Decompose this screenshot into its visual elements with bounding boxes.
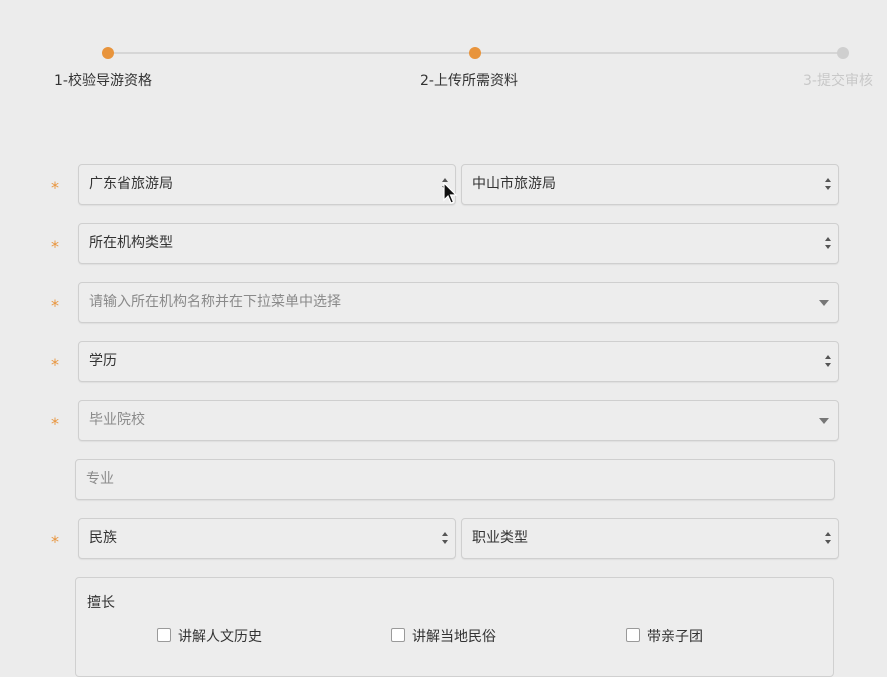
select-arrows-icon (441, 531, 449, 547)
specialty-option-history[interactable]: 讲解人文历史 (157, 628, 262, 646)
province-select-value: 广东省旅游局 (89, 176, 173, 192)
specialty-option-label: 讲解人文历史 (178, 629, 262, 645)
job-type-select[interactable]: 职业类型 (461, 518, 839, 559)
step-connector-2 (475, 52, 843, 54)
required-marker: * (51, 532, 59, 551)
step-2-dot (469, 47, 481, 59)
school-placeholder: 毕业院校 (89, 412, 145, 428)
education-select[interactable]: 学历 (78, 341, 839, 382)
city-select-value: 中山市旅游局 (472, 176, 556, 192)
select-arrows-icon (824, 354, 832, 370)
specialty-option-label: 讲解当地民俗 (412, 629, 496, 645)
step-3-dot (837, 47, 849, 59)
org-name-placeholder: 请输入所在机构名称并在下拉菜单中选择 (89, 294, 341, 310)
org-name-combobox[interactable]: 请输入所在机构名称并在下拉菜单中选择 (78, 282, 839, 323)
required-marker: * (51, 296, 59, 315)
step-1-label: 1-校验导游资格 (54, 73, 152, 89)
specialty-option-family-tour[interactable]: 带亲子团 (626, 628, 703, 646)
step-1-dot (102, 47, 114, 59)
select-arrows-icon (824, 236, 832, 252)
required-marker: * (51, 414, 59, 433)
step-3-label: 3-提交审核 (803, 73, 873, 89)
org-type-select[interactable]: 所在机构类型 (78, 223, 839, 264)
mouse-cursor-icon (443, 182, 458, 204)
org-type-select-value: 所在机构类型 (89, 235, 173, 251)
education-select-value: 学历 (89, 353, 117, 369)
step-connector-1 (108, 52, 475, 54)
dropdown-caret-icon (819, 300, 829, 306)
specialty-panel: 擅长 讲解人文历史 讲解当地民俗 带亲子团 (75, 577, 834, 677)
select-arrows-icon (824, 177, 832, 193)
specialty-option-folk-custom[interactable]: 讲解当地民俗 (391, 628, 496, 646)
step-2-label: 2-上传所需资料 (420, 73, 518, 89)
required-marker: * (51, 237, 59, 256)
required-marker: * (51, 178, 59, 197)
checkbox-icon[interactable] (626, 628, 640, 642)
job-type-select-value: 职业类型 (472, 530, 528, 546)
checkbox-icon[interactable] (157, 628, 171, 642)
specialty-option-label: 带亲子团 (647, 629, 703, 645)
major-input[interactable]: 专业 (75, 459, 835, 500)
province-select[interactable]: 广东省旅游局 (78, 164, 456, 205)
major-placeholder: 专业 (86, 471, 114, 487)
city-select[interactable]: 中山市旅游局 (461, 164, 839, 205)
ethnicity-select[interactable]: 民族 (78, 518, 456, 559)
required-marker: * (51, 355, 59, 374)
dropdown-caret-icon (819, 418, 829, 424)
school-combobox[interactable]: 毕业院校 (78, 400, 839, 441)
checkbox-icon[interactable] (391, 628, 405, 642)
specialty-title: 擅长 (87, 595, 115, 611)
select-arrows-icon (824, 531, 832, 547)
ethnicity-select-value: 民族 (89, 530, 117, 546)
